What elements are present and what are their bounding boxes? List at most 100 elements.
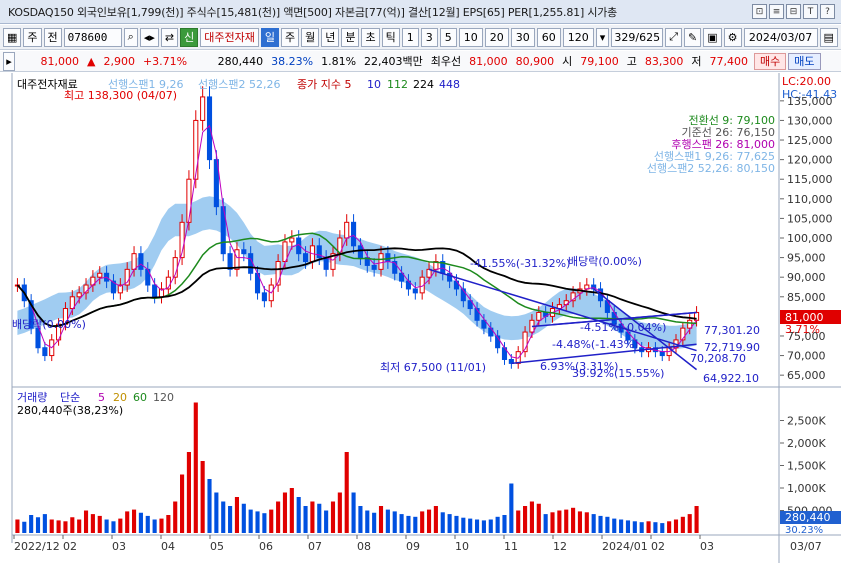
candle-body — [261, 292, 267, 302]
period-year-tab[interactable]: 년 — [321, 27, 340, 47]
price-tick-label: 65,000 — [787, 369, 826, 382]
layout-icon[interactable]: ⊡ — [752, 4, 767, 19]
x-tick-label: 08 — [357, 540, 371, 553]
toggle-icon[interactable]: ▸ — [3, 51, 15, 71]
volume-bar — [276, 501, 281, 533]
volume-bar — [131, 509, 137, 533]
period-second-tab[interactable]: 초 — [361, 27, 380, 47]
window-buttons: ⊡ ≡ ⊟ T ? — [752, 4, 841, 19]
save-icon[interactable]: ▣ — [703, 27, 722, 47]
volume-ma-120: 120 — [153, 391, 174, 404]
x-tick-label: 10 — [455, 540, 469, 553]
low-annotation: 최저 67,500 (11/01) — [380, 361, 486, 374]
left-dividend-note: 배당락(0.00%) — [12, 318, 86, 331]
best-bid: 81,000 — [469, 54, 508, 68]
interval-20[interactable]: 20 — [484, 27, 509, 47]
interval-60[interactable]: 60 — [536, 27, 561, 47]
period-day-tab[interactable]: 일 — [260, 27, 279, 47]
volume-bar — [97, 515, 102, 533]
period-minute-tab[interactable]: 분 — [341, 27, 360, 47]
price-axis: 135,000 130,000 125,000 120,000 115,000 110,0… — [780, 95, 833, 382]
stock-code-input[interactable]: 078600 — [63, 27, 122, 47]
candle-body — [42, 347, 48, 357]
candle-body — [193, 119, 199, 180]
minimize-icon[interactable]: ⊟ — [786, 4, 801, 19]
full-select[interactable]: 전 — [43, 27, 62, 47]
drawing-icon[interactable]: ✎ — [684, 27, 702, 47]
x-tick-label: 03 — [700, 540, 714, 553]
volume-ma-60: 60 — [133, 391, 147, 404]
volume-bar — [29, 515, 34, 533]
stock-chart[interactable]: 대주전자재료 선행스팬1 9,26 선행스팬2 52,26 종가 지수 5 10… — [0, 73, 841, 563]
volume-ma-20: 20 — [113, 391, 127, 404]
volume-bar — [282, 492, 288, 533]
price-tick-label: 85,000 — [787, 291, 826, 304]
period-week-tab[interactable]: 주 — [280, 27, 300, 47]
period-tick-tab[interactable]: 틱 — [381, 27, 400, 47]
buy-button[interactable]: 매수 — [754, 52, 787, 70]
page-count-field[interactable]: 329/625 — [611, 27, 664, 47]
volume-bar — [22, 521, 27, 533]
volume-bar — [591, 514, 596, 533]
volume-bar — [454, 515, 459, 533]
price-level-4: 64,922.10 — [703, 372, 759, 385]
price-tick-label: 110,000 — [787, 193, 833, 206]
trend2-annotation: -4.51%(-0.04%) — [580, 321, 666, 334]
prev-next-icon[interactable]: ◂▸ — [139, 27, 159, 47]
x-tick-label: 06 — [259, 540, 273, 553]
volume-bar — [406, 515, 411, 533]
candle-body — [234, 249, 240, 270]
sell-button[interactable]: 매도 — [788, 52, 821, 70]
volume-tick-label: 2,500K — [787, 415, 826, 428]
volume-bar — [433, 506, 438, 533]
volume-bar — [49, 519, 54, 533]
volume-bar — [694, 506, 699, 533]
volume-bar — [516, 510, 521, 533]
interval-1[interactable]: 1 — [401, 27, 419, 47]
stock-name-field[interactable]: 대주전자재 — [200, 27, 259, 47]
period-month-tab[interactable]: 월 — [301, 27, 320, 47]
current-price: 81,000 — [40, 54, 80, 68]
candle-body — [97, 272, 103, 278]
volume-bar — [351, 492, 356, 533]
trade-amount: 22,403백만 — [364, 55, 423, 68]
market-select[interactable]: 주 — [23, 27, 42, 47]
legend-ma-10: 10 — [367, 78, 381, 91]
interval-30[interactable]: 30 — [510, 27, 535, 47]
new-listing-badge: 신 — [180, 27, 199, 47]
volume-bar — [365, 510, 370, 533]
interval-10[interactable]: 10 — [458, 27, 483, 47]
candle-body — [412, 288, 418, 294]
volume-bar — [248, 509, 253, 533]
interval-3[interactable]: 3 — [420, 27, 438, 47]
link-icon[interactable]: ⇄ — [160, 27, 179, 47]
zoom-icon[interactable]: ⤢ — [665, 27, 683, 47]
stock-summary-text: KOSDAQ150 외국인보유[1,799(천)] 주식수[15,481(천)]… — [8, 5, 618, 19]
volume-bar — [605, 516, 610, 533]
settings-icon[interactable]: ⚙ — [723, 27, 742, 47]
grid-icon[interactable]: ▦ — [3, 27, 22, 47]
date-input[interactable]: 2024/03/07 — [743, 27, 818, 47]
volume-bar — [166, 515, 171, 533]
interval-dropdown-icon[interactable]: ▾ — [595, 27, 610, 47]
volume-bar — [461, 517, 466, 533]
trend1-tail: 배당락(0.00%) — [568, 255, 642, 268]
volume-bar — [536, 503, 541, 533]
text-icon[interactable]: T — [803, 4, 818, 19]
menu-icon[interactable]: ≡ — [769, 4, 784, 19]
interval-5[interactable]: 5 — [439, 27, 457, 47]
legend-ma-224: 224 — [413, 78, 434, 91]
price-tick-label: 120,000 — [787, 154, 833, 167]
volume-bar — [420, 511, 425, 533]
calendar-icon[interactable]: ▤ — [819, 27, 838, 47]
help-icon[interactable]: ? — [820, 4, 835, 19]
volume-bar — [255, 511, 260, 533]
span2-label: 선행스팬2 52,26: 80,150 — [647, 162, 775, 175]
volume-bar — [180, 474, 185, 533]
volume-bar — [653, 522, 658, 533]
quote-bar: ▸ 81,000 ▲ 2,900 +3.71% 280,440 38.23% 1… — [0, 51, 841, 72]
interval-120[interactable]: 120 — [562, 27, 594, 47]
search-icon[interactable]: ⌕ — [123, 27, 138, 47]
candle-body — [357, 245, 363, 259]
x-tick-label: 02 — [63, 540, 77, 553]
